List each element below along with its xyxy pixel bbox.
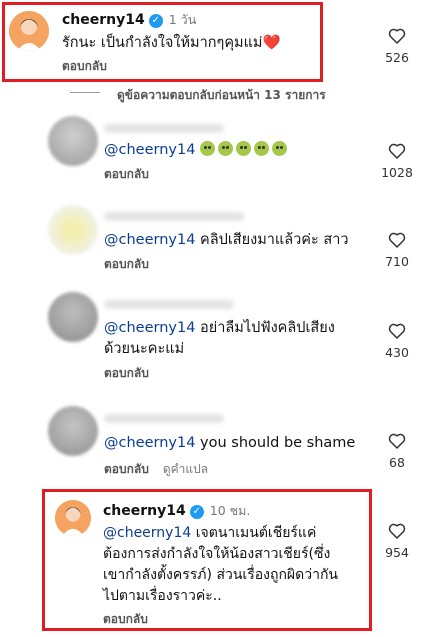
heart-emoji: ❤️ — [262, 35, 281, 51]
reply-text: @cheerny14 คลิปเสียงมาแล้วค่ะ สาว — [104, 232, 349, 248]
like-button[interactable]: 954 — [377, 522, 417, 560]
angry-emoji-icon — [200, 141, 216, 156]
angry-emoji-icon — [272, 141, 288, 156]
like-button[interactable]: 430 — [377, 322, 417, 360]
like-count: 954 — [385, 545, 409, 560]
comment-username[interactable]: cheerny14 — [103, 503, 186, 519]
angry-emoji-icon — [218, 141, 234, 156]
reply-text: @cheerny14 เจตนาเมนต์เชียร์แค่ ต้องการส่… — [103, 525, 338, 604]
blurred-username — [104, 414, 224, 423]
comment-username[interactable]: cheerny14 — [62, 12, 145, 28]
avatar[interactable] — [48, 205, 98, 255]
like-button[interactable]: 526 — [377, 27, 417, 65]
verified-badge-icon: ✓ — [189, 505, 204, 519]
heart-outline-icon — [388, 232, 406, 248]
heart-outline-icon — [388, 433, 406, 449]
mention-link[interactable]: @cheerny14 — [103, 525, 191, 541]
avatar[interactable] — [48, 292, 98, 342]
heart-outline-icon — [388, 28, 406, 44]
comments-screen: cheerny14 ✓ 1 วัน รักนะ เป็นกำลังใจให้มากๆ… — [0, 0, 431, 637]
mention-link[interactable]: @cheerny14 — [104, 320, 195, 336]
comment-time: 10 ชม. — [209, 503, 251, 518]
blurred-username — [104, 124, 224, 133]
like-button[interactable]: 68 — [377, 432, 417, 470]
like-count: 68 — [389, 455, 405, 470]
avatar[interactable] — [55, 500, 91, 536]
translate-button[interactable]: ดูคำแปล — [163, 462, 208, 476]
reply-button[interactable]: ตอบกลับ — [104, 364, 364, 383]
avatar[interactable] — [48, 406, 98, 456]
reply-button[interactable]: ตอบกลับ — [62, 57, 312, 76]
like-count: 1028 — [381, 165, 413, 180]
comment-time: 1 วัน — [168, 12, 197, 27]
like-button[interactable]: 1028 — [377, 142, 417, 180]
mention-link[interactable]: @cheerny14 — [104, 232, 195, 248]
avatar[interactable] — [48, 116, 98, 166]
reply-button[interactable]: ตอบกลับ — [104, 165, 364, 184]
heart-outline-icon — [388, 143, 406, 159]
verified-badge-icon: ✓ — [148, 14, 163, 28]
like-count: 526 — [385, 50, 409, 65]
blurred-username — [104, 212, 244, 221]
like-button[interactable]: 710 — [377, 231, 417, 269]
mention-link[interactable]: @cheerny14 — [104, 435, 195, 451]
reply-text: @cheerny14 อย่าลืมไปฟังคลิปเสียง ด้วยนะค… — [104, 320, 335, 357]
reply-button[interactable]: ตอบกลับ — [104, 462, 149, 476]
angry-emoji-icon — [236, 141, 252, 156]
heart-outline-icon — [388, 323, 406, 339]
reply-button[interactable]: ตอบกลับ — [104, 255, 364, 274]
blurred-username — [104, 300, 234, 309]
comment-text: รักนะ เป็นกำลังใจให้มากๆคุมแม่❤️ — [62, 35, 281, 51]
view-previous-replies[interactable]: ดูข้อความตอบกลับก่อนหน้า 13 รายการ — [117, 86, 326, 105]
like-count: 430 — [385, 345, 409, 360]
avatar[interactable] — [9, 11, 49, 51]
mention-link[interactable]: @cheerny14 — [104, 142, 195, 158]
reply-text: @cheerny14 you should be shame — [104, 435, 356, 451]
divider-line — [70, 92, 100, 93]
reply-button[interactable]: ตอบกลับ — [103, 610, 365, 629]
angry-emoji-icon — [254, 141, 270, 156]
reply-text: @cheerny14 — [104, 140, 364, 161]
heart-outline-icon — [388, 523, 406, 539]
like-count: 710 — [385, 254, 409, 269]
